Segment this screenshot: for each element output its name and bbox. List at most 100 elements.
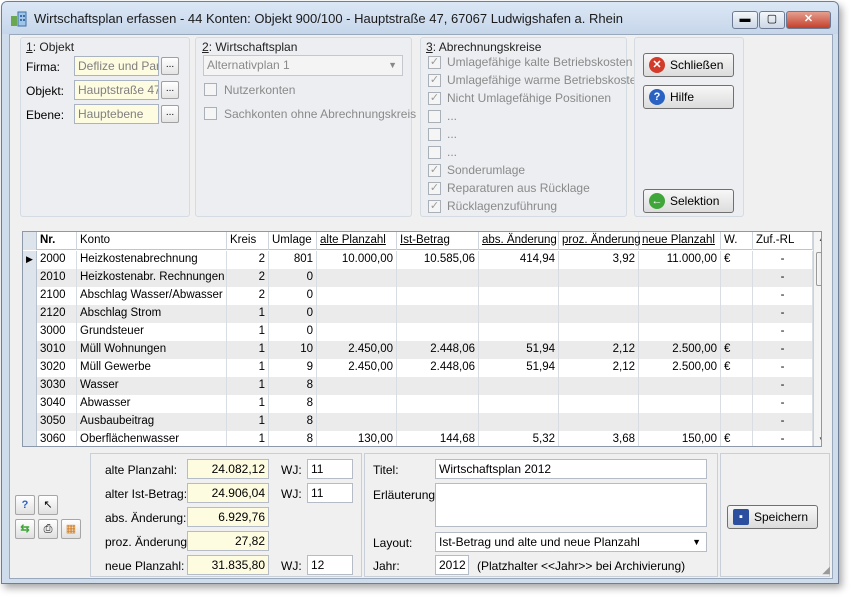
table-cell[interactable]: 8 [269, 431, 317, 446]
table-cell[interactable]: 1 [227, 377, 269, 395]
row-selector[interactable] [23, 323, 37, 341]
table-cell[interactable]: - [753, 269, 813, 287]
table-cell[interactable]: - [753, 377, 813, 395]
table-cell[interactable]: 1 [227, 413, 269, 431]
table-row[interactable]: 2120 Abschlag Strom 1 0 - [23, 305, 813, 323]
table-cell[interactable]: Abschlag Strom [77, 305, 227, 323]
current-row-indicator-icon[interactable]: ▶ [23, 251, 37, 269]
table-cell[interactable]: 10 [269, 341, 317, 359]
selektion-button[interactable]: ← Selektion [643, 189, 734, 213]
table-cell[interactable]: € [721, 341, 753, 359]
table-cell[interactable] [397, 323, 479, 341]
row-selector[interactable] [23, 377, 37, 395]
table-cell[interactable]: - [753, 341, 813, 359]
table-row[interactable]: 3060 Oberflächenwasser 1 8 130,00 144,68 5,32 3… [23, 431, 813, 446]
table-row[interactable]: 2010 Heizkostenabr. Rechnungen 2 0 - [23, 269, 813, 287]
wj-alte-field[interactable]: 11 [307, 459, 353, 479]
table-cell[interactable] [559, 395, 639, 413]
table-cell[interactable]: 9 [269, 359, 317, 377]
table-cell[interactable] [479, 395, 559, 413]
table-cell[interactable]: 3010 [37, 341, 77, 359]
table-scrollbar[interactable]: ▲ ▼ [813, 232, 821, 446]
table-cell[interactable]: € [721, 251, 753, 269]
table-cell[interactable] [317, 377, 397, 395]
table-cell[interactable]: 10.585,06 [397, 251, 479, 269]
table-row[interactable]: 3040 Abwasser 1 8 - [23, 395, 813, 413]
jahr-input[interactable]: 2012 [435, 555, 469, 575]
table-cell[interactable] [559, 305, 639, 323]
table-cell[interactable]: 2000 [37, 251, 77, 269]
kreis-checkbox[interactable]: ✓ [428, 182, 441, 195]
sachkonten-checkbox[interactable] [204, 107, 217, 120]
hilfe-button[interactable]: ? Hilfe [643, 85, 734, 109]
table-cell[interactable]: - [753, 395, 813, 413]
table-cell[interactable]: 3,92 [559, 251, 639, 269]
table-cell[interactable] [639, 413, 721, 431]
table-cell[interactable]: 130,00 [317, 431, 397, 446]
table-cell[interactable]: 8 [269, 395, 317, 413]
table-cell[interactable]: Grundsteuer [77, 323, 227, 341]
table-cell[interactable]: 1 [227, 395, 269, 413]
table-cell[interactable] [317, 413, 397, 431]
table-cell[interactable] [559, 269, 639, 287]
table-cell[interactable]: 0 [269, 287, 317, 305]
table-cell[interactable]: 0 [269, 269, 317, 287]
table-cell[interactable]: 2.448,06 [397, 341, 479, 359]
table-cell[interactable]: 8 [269, 413, 317, 431]
table-cell[interactable]: - [753, 431, 813, 446]
column-header[interactable]: neue Planzahl [639, 232, 721, 250]
table-cell[interactable]: 1 [227, 305, 269, 323]
table-cell[interactable] [397, 305, 479, 323]
table-row[interactable]: 3000 Grundsteuer 1 0 - [23, 323, 813, 341]
row-selector[interactable] [23, 395, 37, 413]
table-cell[interactable]: - [753, 359, 813, 377]
scroll-up-icon[interactable]: ▲ [818, 234, 821, 243]
ebene-field[interactable]: Hauptebene [74, 104, 159, 124]
kreis-checkbox[interactable]: ✓ [428, 200, 441, 213]
table-cell[interactable]: 3050 [37, 413, 77, 431]
table-row[interactable]: 3010 Müll Wohnungen 1 10 2.450,00 2.448,06 51,… [23, 341, 813, 359]
table-cell[interactable]: Abschlag Wasser/Abwasser [77, 287, 227, 305]
layout-select[interactable]: Ist-Betrag und alte und neue Planzahl ▼ [435, 532, 707, 552]
table-cell[interactable]: 2,12 [559, 341, 639, 359]
table-cell[interactable]: 1 [227, 431, 269, 446]
table-cell[interactable]: € [721, 431, 753, 446]
column-header[interactable]: proz. Änderung [559, 232, 641, 250]
table-cell[interactable]: 1 [227, 341, 269, 359]
table-cell[interactable]: 801 [269, 251, 317, 269]
table-cell[interactable]: 0 [269, 305, 317, 323]
table-cell[interactable]: - [753, 251, 813, 269]
table-cell[interactable]: 2,12 [559, 359, 639, 377]
row-selector[interactable] [23, 341, 37, 359]
close-window-button[interactable]: ✕ [786, 11, 831, 29]
table-cell[interactable]: 3,68 [559, 431, 639, 446]
table-cell[interactable] [397, 269, 479, 287]
table-cell[interactable] [639, 395, 721, 413]
table-cell[interactable]: € [721, 359, 753, 377]
column-header[interactable]: Ist-Betrag [397, 232, 479, 250]
scrollbar-thumb[interactable] [816, 252, 821, 286]
table-cell[interactable]: 10.000,00 [317, 251, 397, 269]
minimize-button[interactable]: ▬ [732, 11, 758, 29]
table-cell[interactable] [639, 323, 721, 341]
kreis-checkbox[interactable] [428, 146, 441, 159]
table-cell[interactable]: 2.448,06 [397, 359, 479, 377]
scroll-down-icon[interactable]: ▼ [818, 435, 821, 444]
table-cell[interactable]: 2 [227, 287, 269, 305]
titel-input[interactable]: Wirtschaftsplan 2012 [435, 459, 707, 479]
row-selector[interactable] [23, 431, 37, 446]
kreis-checkbox[interactable] [428, 110, 441, 123]
table-cell[interactable]: 2.450,00 [317, 341, 397, 359]
table-cell[interactable] [479, 377, 559, 395]
table-cell[interactable]: 1 [227, 359, 269, 377]
table-cell[interactable] [721, 305, 753, 323]
table-cell[interactable]: 51,94 [479, 341, 559, 359]
table-cell[interactable] [559, 323, 639, 341]
table-row[interactable]: 3050 Ausbaubeitrag 1 8 - [23, 413, 813, 431]
column-header[interactable]: Nr. [37, 232, 77, 250]
table-cell[interactable] [479, 305, 559, 323]
table-row[interactable]: 2100 Abschlag Wasser/Abwasser 2 0 - [23, 287, 813, 305]
table-cell[interactable]: Heizkostenabr. Rechnungen [77, 269, 227, 287]
table-cell[interactable]: 0 [269, 323, 317, 341]
table-cell[interactable]: 8 [269, 377, 317, 395]
